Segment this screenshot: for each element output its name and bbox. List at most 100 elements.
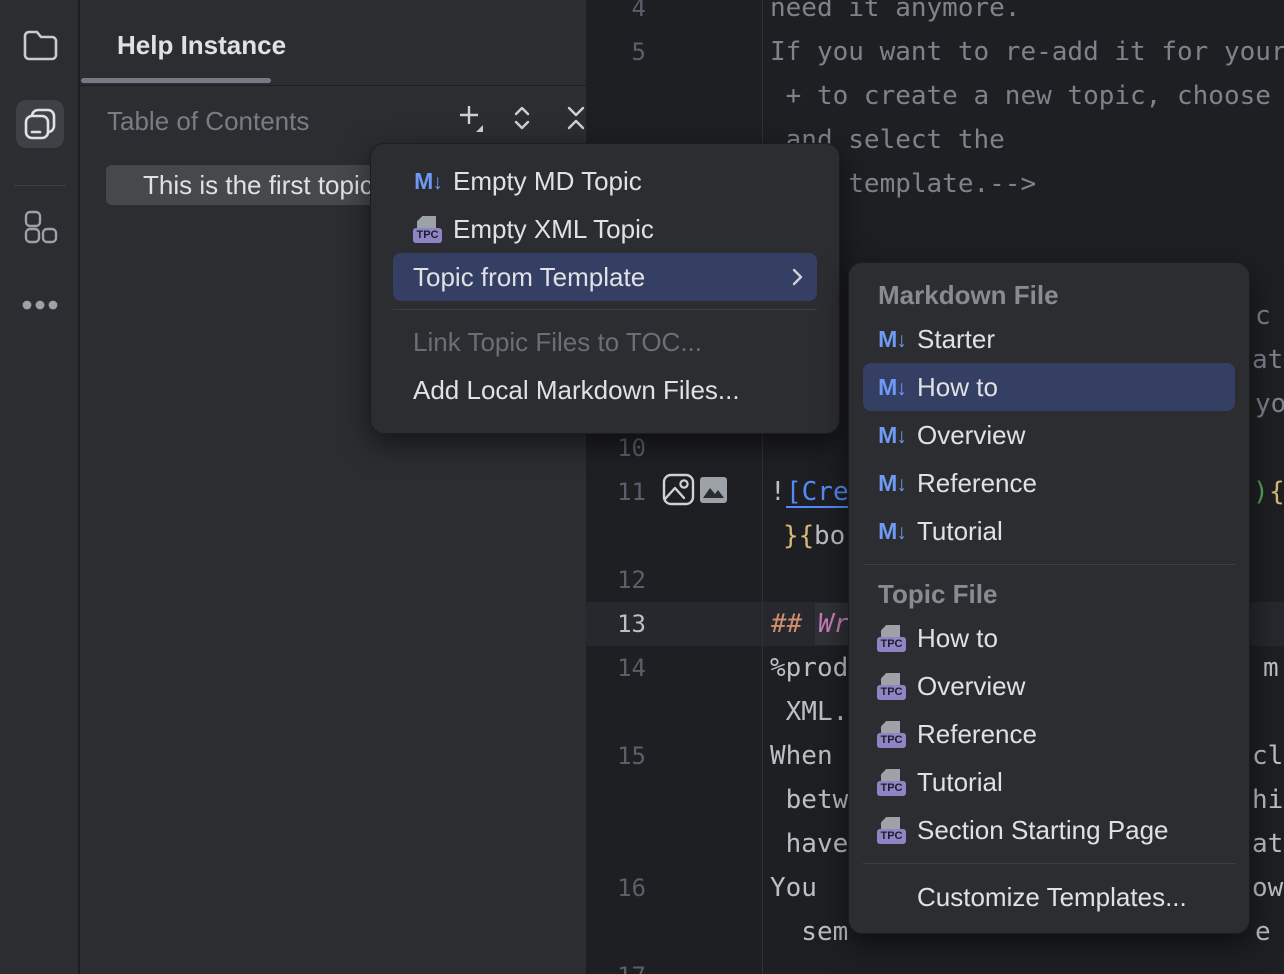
context-menu: M↓ Empty MD Topic TPC Empty XML Topic Topic … xyxy=(370,143,840,434)
menu-item-label: Reference xyxy=(917,468,1235,499)
code-fragment: sem xyxy=(770,910,848,954)
tool-window-title[interactable]: Help Instance xyxy=(117,30,286,61)
stripe-divider xyxy=(14,185,66,186)
menu-item-label: Starter xyxy=(917,324,1235,355)
line-number-12: 12 xyxy=(586,558,646,602)
submenu-group-header: Markdown File xyxy=(849,275,1249,315)
template-submenu: Markdown FileM↓StarterM↓How toM↓Overview… xyxy=(848,262,1250,934)
menu-item-label: Empty MD Topic xyxy=(453,166,817,197)
add-topic-icon[interactable] xyxy=(455,103,485,133)
tool-window-header: Help Instance xyxy=(80,0,586,86)
project-folder-icon[interactable] xyxy=(20,26,60,64)
menu-item-empty-xml-topic[interactable]: TPC Empty XML Topic xyxy=(393,205,817,253)
ide-window: 451011121314151617 need it anymore.If yo… xyxy=(0,0,1284,974)
menu-item-label: Empty XML Topic xyxy=(453,214,817,245)
code-fragment: yo xyxy=(1255,382,1284,426)
menu-item-label: Customize Templates... xyxy=(917,882,1235,913)
menu-item-label: Tutorial xyxy=(917,516,1235,547)
line-number-5: 5 xyxy=(586,30,646,74)
menu-item-empty-md-topic[interactable]: M↓ Empty MD Topic xyxy=(393,157,817,205)
code-fragment: need it anymore. xyxy=(770,0,1020,30)
code-fragment: bo xyxy=(814,514,845,558)
menu-item-section-starting-page[interactable]: TPCSection Starting Page xyxy=(863,806,1235,854)
markdown-file-icon: M↓ xyxy=(878,470,906,497)
menu-item-label: How to xyxy=(917,623,1235,654)
markdown-file-icon: M↓ xyxy=(414,168,442,195)
menu-item-label: Overview xyxy=(917,671,1235,702)
code-fragment: Wr xyxy=(818,602,849,646)
menu-item-label: Link Topic Files to TOC... xyxy=(413,327,817,358)
code-fragment: }{ xyxy=(783,514,814,558)
line-number-15: 15 xyxy=(586,734,646,778)
menu-item-overview[interactable]: M↓ Overview xyxy=(863,411,1235,459)
line-number-11: 11 xyxy=(586,470,646,514)
menu-item-tutorial[interactable]: TPC Tutorial xyxy=(863,758,1235,806)
code-fragment: ! xyxy=(770,470,786,514)
line-number-4: 4 xyxy=(586,0,646,30)
active-tab-indicator xyxy=(81,78,271,83)
code-fragment: You xyxy=(770,866,817,910)
menu-item-label: Overview xyxy=(917,420,1235,451)
expand-all-icon[interactable] xyxy=(507,103,537,133)
submenu-arrow-icon xyxy=(792,268,803,286)
menu-item-label: Topic from Template xyxy=(413,262,784,293)
context-menu-items: M↓ Empty MD Topic TPC Empty XML Topic Topic … xyxy=(371,157,839,414)
code-fragment: ## xyxy=(771,602,802,646)
code-fragment: If you want to re-add it for your xyxy=(770,30,1284,74)
markdown-file-icon: M↓ xyxy=(878,518,906,545)
markdown-file-icon: M↓ xyxy=(878,374,906,401)
code-fragment: ) xyxy=(1253,470,1269,514)
menu-item-how-to[interactable]: TPCHow to xyxy=(863,614,1235,662)
menu-item-label: Add Local Markdown Files... xyxy=(413,375,817,406)
line-number-13: 13 xyxy=(586,602,646,646)
code-fragment: XML. xyxy=(770,690,848,734)
code-fragment: When xyxy=(770,734,833,778)
menu-item-topic-from-template[interactable]: Topic from Template xyxy=(393,253,817,301)
code-fragment: + to create a new topic, choose " xyxy=(770,74,1284,118)
menu-item-label: Tutorial xyxy=(917,767,1235,798)
menu-item-label: Reference xyxy=(917,719,1235,750)
submenu-group-header: Topic File xyxy=(849,574,1249,614)
menu-item-label: How to xyxy=(917,372,1235,403)
menu-item-add-local-markdown-files[interactable]: Add Local Markdown Files... xyxy=(393,366,817,414)
code-fragment: at xyxy=(1252,822,1283,866)
topics-tool-icon[interactable] xyxy=(22,106,58,142)
code-fragment: his xyxy=(1252,778,1284,822)
code-fragment: { xyxy=(1269,470,1284,514)
image-file-icon[interactable] xyxy=(700,477,727,508)
structure-tool-icon[interactable] xyxy=(23,209,59,245)
line-number-17: 17 xyxy=(586,954,646,974)
menu-item-reference[interactable]: M↓ Reference xyxy=(863,459,1235,507)
menu-item-link-topic-files-to-toc[interactable]: Link Topic Files to TOC... xyxy=(393,318,817,366)
topic-file-icon: TPC xyxy=(877,671,907,701)
line-number-16: 16 xyxy=(586,866,646,910)
menu-item-customize-templates[interactable]: Customize Templates... xyxy=(863,873,1235,921)
line-number-14: 14 xyxy=(586,646,646,690)
template-submenu-items: Markdown FileM↓StarterM↓How toM↓Overview… xyxy=(849,275,1249,921)
topic-file-icon: TPC xyxy=(877,767,907,797)
menu-item-how-to[interactable]: M↓ How to xyxy=(863,363,1235,411)
menu-item-overview[interactable]: TPC Overview xyxy=(863,662,1235,710)
menu-separator xyxy=(863,863,1235,864)
menu-separator xyxy=(863,564,1235,565)
menu-item-tutorial[interactable]: M↓ Tutorial xyxy=(863,507,1235,555)
image-preview-icon[interactable] xyxy=(662,473,695,511)
code-fragment: [Cre xyxy=(786,470,849,514)
code-fragment: m xyxy=(1263,646,1279,690)
code-fragment: cl xyxy=(1252,734,1283,778)
topic-file-icon: TPC xyxy=(877,815,907,845)
markdown-file-icon: M↓ xyxy=(878,422,906,449)
code-fragment: betw xyxy=(770,778,848,822)
code-fragment: e xyxy=(1255,910,1271,954)
menu-separator xyxy=(393,309,817,310)
menu-item-reference[interactable]: TPC Reference xyxy=(863,710,1235,758)
topic-file-icon: TPC xyxy=(413,214,443,244)
code-fragment: c xyxy=(1255,294,1271,338)
code-fragment: at xyxy=(1252,338,1283,382)
code-fragment: %prod xyxy=(770,646,848,690)
menu-item-starter[interactable]: M↓Starter xyxy=(863,315,1235,363)
more-tools-icon[interactable] xyxy=(22,294,58,316)
topic-file-icon: TPC xyxy=(877,719,907,749)
code-fragment: ow xyxy=(1252,866,1283,910)
code-fragment: have xyxy=(770,822,848,866)
